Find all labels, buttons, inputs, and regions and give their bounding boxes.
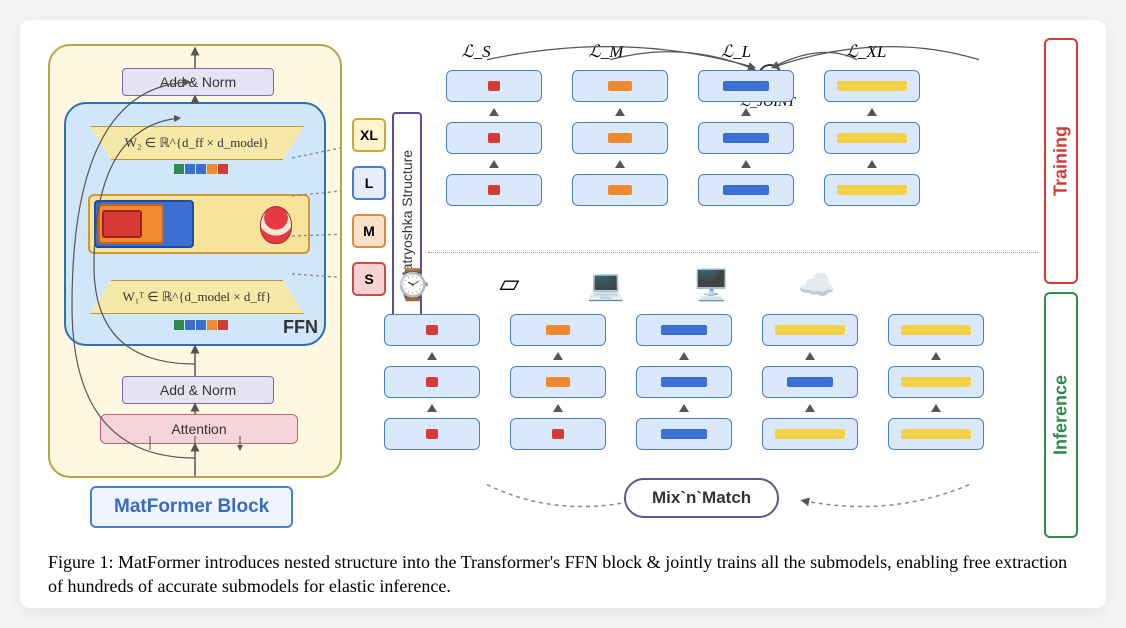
loss-l: ℒ_L [706, 42, 766, 62]
layer-tile [762, 418, 858, 450]
add-and-norm-top: Add & Norm [122, 68, 274, 96]
layer-tile [888, 314, 984, 346]
layer-tile [384, 418, 480, 450]
layer-tile [510, 418, 606, 450]
train-col-m [572, 70, 668, 206]
layer-tile [762, 314, 858, 346]
attention-block: Attention [100, 414, 298, 444]
loss-m: ℒ_M [576, 42, 636, 62]
side-labels: Training Inference [1044, 38, 1078, 538]
figure-caption: Figure 1: MatFormer introduces nested st… [48, 550, 1078, 599]
diagram-row: Add & Norm W₂ ∈ ℝ^{d_ff × d_model} W₁ᵀ ∈… [48, 38, 1078, 538]
layer-tile [888, 366, 984, 398]
watch-icon: ⌚ [394, 268, 431, 303]
laptop-icon: 💻 [587, 268, 624, 303]
nested-S [102, 210, 142, 238]
infer-col-phone [510, 314, 606, 450]
size-chip-s: S [352, 262, 386, 296]
layer-tile [636, 314, 732, 346]
matryoshka-doll-icon [260, 206, 292, 244]
training-grid [446, 70, 920, 206]
loss-xl: ℒ_XL [836, 42, 896, 62]
figure-canvas: Add & Norm W₂ ∈ ℝ^{d_ff × d_model} W₁ᵀ ∈… [20, 20, 1106, 608]
w2-label: W₂ ∈ ℝ^{d_ff × d_model} [125, 127, 269, 159]
inference-grid [384, 314, 984, 450]
token-strip-top [174, 164, 228, 174]
layer-tile [698, 122, 794, 154]
layer-tile [698, 70, 794, 102]
infer-col-watch [384, 314, 480, 450]
matformer-block-title: MatFormer Block [90, 486, 293, 528]
ffn-label: FFN [283, 317, 318, 338]
train-col-l [698, 70, 794, 206]
size-chip-m: M [352, 214, 386, 248]
size-chip-xl: XL [352, 118, 386, 152]
layer-tile [572, 174, 668, 206]
layer-tile [824, 70, 920, 102]
token-strip-bottom [174, 320, 228, 330]
transformer-block-outline: Add & Norm W₂ ∈ ℝ^{d_ff × d_model} W₁ᵀ ∈… [48, 44, 342, 478]
layer-tile [510, 366, 606, 398]
size-chip-column: XL L M S [352, 118, 386, 296]
w1-label: W₁ᵀ ∈ ℝ^{d_model × d_ff} [123, 289, 272, 304]
layer-tile [572, 122, 668, 154]
layer-tile [698, 174, 794, 206]
infer-col-cloud [888, 314, 984, 450]
layer-tile [636, 418, 732, 450]
w1-weight-trapezoid: W₁ᵀ ∈ ℝ^{d_model × d_ff} [90, 280, 304, 314]
layer-tile [446, 70, 542, 102]
train-col-s [446, 70, 542, 206]
layer-tile [446, 122, 542, 154]
layer-tile [824, 122, 920, 154]
layer-tile [510, 314, 606, 346]
layer-tile [446, 174, 542, 206]
infer-col-laptop [636, 314, 732, 450]
desktop-icon: 🖥️ [693, 268, 730, 303]
matformer-block-panel: Add & Norm W₂ ∈ ℝ^{d_ff × d_model} W₁ᵀ ∈… [48, 38, 418, 538]
caption-text: MatFormer introduces nested structure in… [48, 552, 1067, 596]
layer-tile [762, 366, 858, 398]
inference-tag: Inference [1044, 292, 1078, 538]
train-infer-divider [428, 252, 1038, 253]
right-content: ℒ_S ℒ_M ℒ_L ℒ_XL + ℒ_JOINT [428, 38, 1038, 538]
layer-tile [384, 314, 480, 346]
matryoshka-nested-bar [88, 194, 310, 254]
w2-weight-trapezoid: W₂ ∈ ℝ^{d_ff × d_model} [90, 126, 304, 160]
train-col-xl [824, 70, 920, 206]
layer-tile [572, 70, 668, 102]
size-chip-l: L [352, 166, 386, 200]
layer-tile [636, 366, 732, 398]
layer-tile [888, 418, 984, 450]
ffn-block: W₂ ∈ ℝ^{d_ff × d_model} W₁ᵀ ∈ ℝ^{d_model… [64, 102, 326, 346]
layer-tile [824, 174, 920, 206]
cloud-icon: ☁️ [798, 268, 835, 303]
device-row: ⌚ ▱ 💻 🖥️ ☁️ [394, 268, 835, 303]
mix-n-match-label: Mix`n`Match [624, 478, 779, 518]
loss-s: ℒ_S [446, 42, 506, 62]
infer-col-desktop [762, 314, 858, 450]
add-and-norm-bottom: Add & Norm [122, 376, 274, 404]
right-panel: ℒ_S ℒ_M ℒ_L ℒ_XL + ℒ_JOINT [428, 38, 1078, 538]
loss-labels-row: ℒ_S ℒ_M ℒ_L ℒ_XL [446, 42, 896, 62]
layer-tile [384, 366, 480, 398]
training-tag: Training [1044, 38, 1078, 284]
phone-icon: ▱ [499, 268, 519, 303]
figure-number: Figure 1 [48, 552, 109, 572]
